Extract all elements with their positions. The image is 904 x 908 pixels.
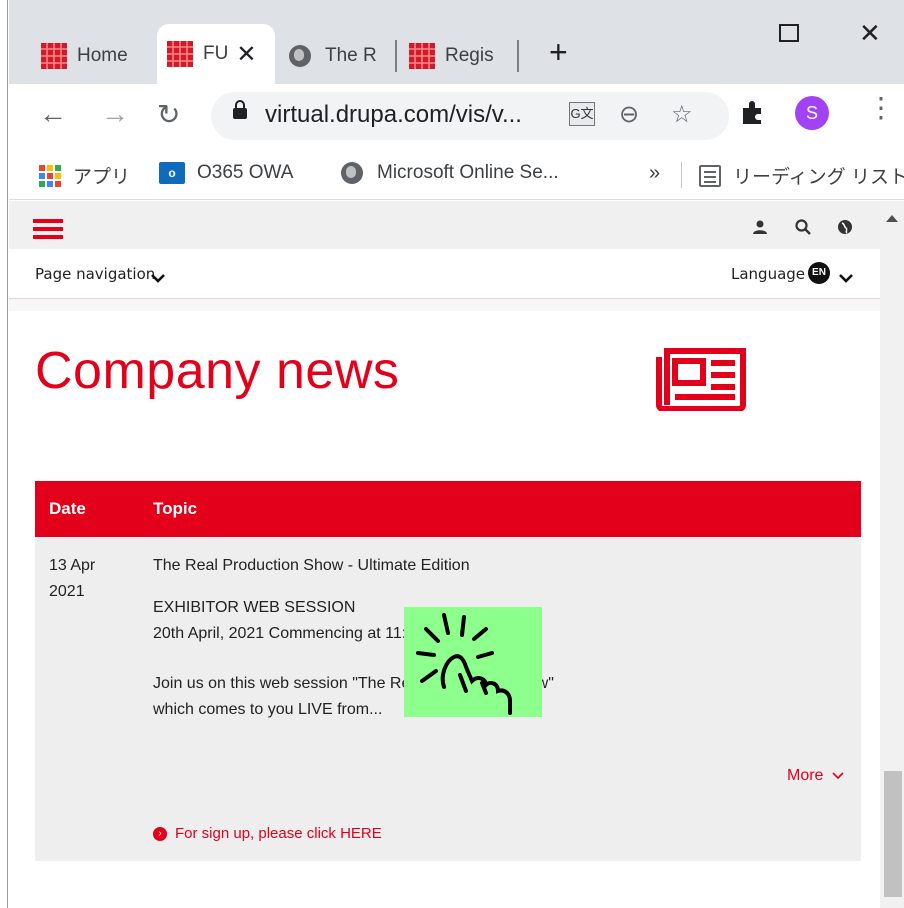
bookmarks-overflow[interactable]: » (649, 162, 660, 185)
row-desc-line2: which comes to you LIVE from... (153, 701, 383, 718)
tab-label: The R (325, 45, 377, 66)
drupa-favicon-icon (409, 43, 435, 69)
profile-avatar[interactable]: S (795, 96, 829, 130)
page-title: Company news (35, 342, 400, 400)
chevron-down-icon[interactable] (839, 273, 853, 283)
hamburger-menu-icon[interactable] (33, 219, 63, 239)
language-en-badge[interactable]: EN (808, 262, 830, 284)
outlook-icon: o (159, 162, 185, 184)
globe-icon[interactable] (837, 219, 853, 235)
signup-link[interactable]: › For sign up, please click HERE (153, 825, 382, 842)
browser-toolbar: ← → ↻ virtual.drupa.com/vis/v... G文 ⊖ ☆ … (9, 84, 904, 150)
row-session: EXHIBITOR WEB SESSION (153, 599, 356, 616)
pointing-hand-icon (404, 607, 542, 717)
lock-icon (233, 100, 247, 119)
bookmark-star-icon[interactable]: ☆ (671, 100, 693, 129)
reload-icon[interactable]: ↻ (157, 98, 180, 131)
tab-label: FU (203, 43, 229, 64)
globe-icon (341, 162, 363, 184)
maximize-icon[interactable] (779, 24, 799, 42)
drupa-favicon-icon (41, 43, 67, 69)
chevron-down-icon (832, 772, 844, 780)
tab-label: Regis (445, 45, 494, 66)
row-date-day: 13 Apr (49, 557, 96, 574)
site-subnav: Page navigation Language EN (9, 249, 880, 299)
search-icon[interactable] (795, 219, 811, 235)
chevron-down-icon[interactable] (151, 273, 165, 283)
site-header (9, 201, 880, 249)
newspaper-icon (656, 348, 746, 411)
arrow-circle-right-icon: › (153, 826, 167, 841)
more-label: More (787, 767, 824, 784)
tab-regis[interactable]: Regis (409, 34, 515, 78)
row-date-year: 2021 (49, 583, 85, 601)
bookmark-microsoft[interactable]: Microsoft Online Se... (341, 162, 559, 184)
apps-grid-icon (39, 164, 61, 187)
browser-window: Home FU ✕ The R Regis + ✕ ← → ↻ virtual.… (0, 0, 904, 908)
row-topic-title[interactable]: The Real Production Show - Ultimate Edit… (153, 555, 470, 577)
tab-separator (395, 40, 397, 72)
tab-the-r[interactable]: The R (289, 34, 394, 78)
extensions-puzzle-icon[interactable] (739, 98, 767, 126)
user-icon[interactable] (753, 220, 767, 234)
bookmark-owa[interactable]: o O365 OWA (159, 162, 293, 184)
url-text: virtual.drupa.com/vis/v... (265, 101, 522, 128)
reading-list-icon (699, 164, 721, 187)
page-scrollbar[interactable] (880, 201, 904, 908)
forward-arrow-icon[interactable]: → (101, 98, 129, 130)
bookmark-label: Microsoft Online Se... (377, 162, 559, 183)
page-viewport: Page navigation Language EN Company news… (9, 201, 880, 908)
menu-kebab-icon[interactable]: ⋮ (867, 94, 895, 122)
tab-home[interactable]: Home (41, 34, 153, 78)
new-tab-plus-icon[interactable]: + (549, 34, 568, 71)
back-arrow-icon[interactable]: ← (39, 98, 67, 130)
close-window-icon[interactable]: ✕ (859, 18, 881, 49)
zoom-icon[interactable]: ⊖ (619, 100, 639, 129)
bookmark-label: O365 OWA (197, 162, 294, 183)
more-link[interactable]: More (787, 767, 844, 785)
globe-icon (289, 45, 311, 67)
address-bar[interactable]: virtual.drupa.com/vis/v... G文 ⊖ ☆ (211, 92, 729, 140)
bookmarks-bar: アプリ o O365 OWA Microsoft Online Se... » … (9, 150, 904, 200)
bookmark-label: リーディング リスト (733, 167, 904, 188)
signup-label: For sign up, please click HERE (175, 825, 382, 842)
language-label[interactable]: Language (731, 265, 805, 283)
drupa-favicon-icon (167, 41, 193, 67)
row-date: 13 Apr 2021 (49, 555, 95, 604)
scroll-up-arrow-icon[interactable] (886, 215, 898, 222)
translate-icon[interactable]: G文 (569, 102, 595, 126)
bookmark-apps[interactable]: アプリ (39, 162, 130, 189)
column-header-topic: Topic (153, 499, 198, 518)
window-left-edge (0, 0, 8, 908)
close-tab-icon[interactable]: ✕ (236, 40, 256, 69)
bookmark-label: アプリ (73, 167, 131, 188)
bookmark-separator (681, 162, 682, 188)
column-header-date: Date (49, 499, 86, 518)
tab-strip: Home FU ✕ The R Regis + ✕ (9, 0, 904, 84)
tab-fu-active[interactable]: FU ✕ (157, 24, 275, 84)
tab-label: Home (77, 45, 128, 66)
tab-separator (517, 40, 519, 72)
bookmark-reading-list[interactable]: リーディング リスト (699, 162, 904, 189)
news-table-header: Date Topic (35, 481, 861, 537)
scroll-thumb[interactable] (884, 771, 902, 897)
page-navigation-toggle[interactable]: Page navigation (35, 265, 155, 283)
